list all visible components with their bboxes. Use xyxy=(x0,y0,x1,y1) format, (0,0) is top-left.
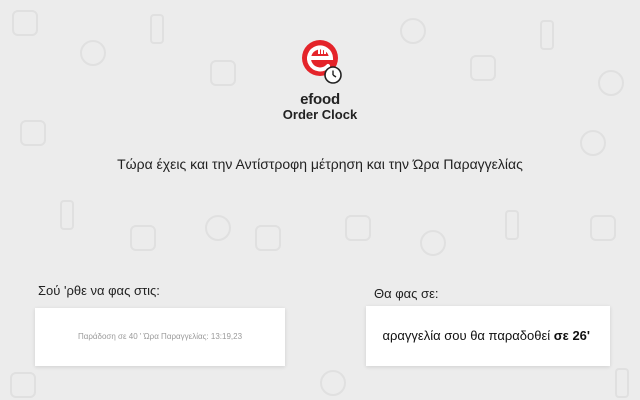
food-pattern-icon xyxy=(470,55,496,81)
clock-badge-icon xyxy=(324,66,342,84)
food-pattern-icon xyxy=(505,210,519,240)
food-pattern-icon xyxy=(598,70,624,96)
food-pattern-icon xyxy=(210,60,236,86)
food-pattern-icon xyxy=(345,215,371,241)
page-headline: Τώρα έχεις και την Αντίστροφη μέτρηση κα… xyxy=(117,156,523,172)
food-pattern-icon xyxy=(20,120,46,146)
brand-name: efood xyxy=(300,91,340,108)
countdown-value: σε 26' xyxy=(553,328,590,343)
food-pattern-icon xyxy=(540,20,554,50)
food-pattern-icon xyxy=(255,225,281,251)
food-pattern-icon xyxy=(10,372,36,398)
food-pattern-icon xyxy=(590,215,616,241)
fork-icon xyxy=(318,48,326,54)
food-pattern-icon xyxy=(420,230,446,256)
countdown-card: αραγγελία σου θα παραδοθεί σε 26' xyxy=(366,306,610,366)
efood-logo-icon xyxy=(300,38,344,86)
delivery-time-card: Παράδοση σε 40 ' Ώρα Παραγγελίας: 13:19,… xyxy=(35,308,285,366)
food-pattern-icon xyxy=(580,130,606,156)
food-pattern-icon xyxy=(400,18,426,44)
food-pattern-icon xyxy=(130,225,156,251)
food-pattern-icon xyxy=(12,10,38,36)
food-pattern-icon xyxy=(60,200,74,230)
food-pattern-icon xyxy=(320,370,346,396)
food-pattern-icon xyxy=(205,215,231,241)
food-pattern-icon xyxy=(615,368,629,398)
delivery-time-detail: Παράδοση σε 40 ' Ώρα Παραγγελίας: 13:19,… xyxy=(77,332,243,341)
food-pattern-icon xyxy=(80,40,106,66)
food-pattern-icon xyxy=(150,14,164,44)
countdown-message-text: αραγγελία σου θα παραδοθεί xyxy=(382,328,554,343)
countdown-label: Θα φας σε: xyxy=(374,286,439,301)
delivery-time-label: Σού 'ρθε να φας στις: xyxy=(38,283,160,298)
app-subtitle: Order Clock xyxy=(282,107,358,122)
countdown-message: αραγγελία σου θα παραδοθεί σε 26' xyxy=(382,328,590,343)
